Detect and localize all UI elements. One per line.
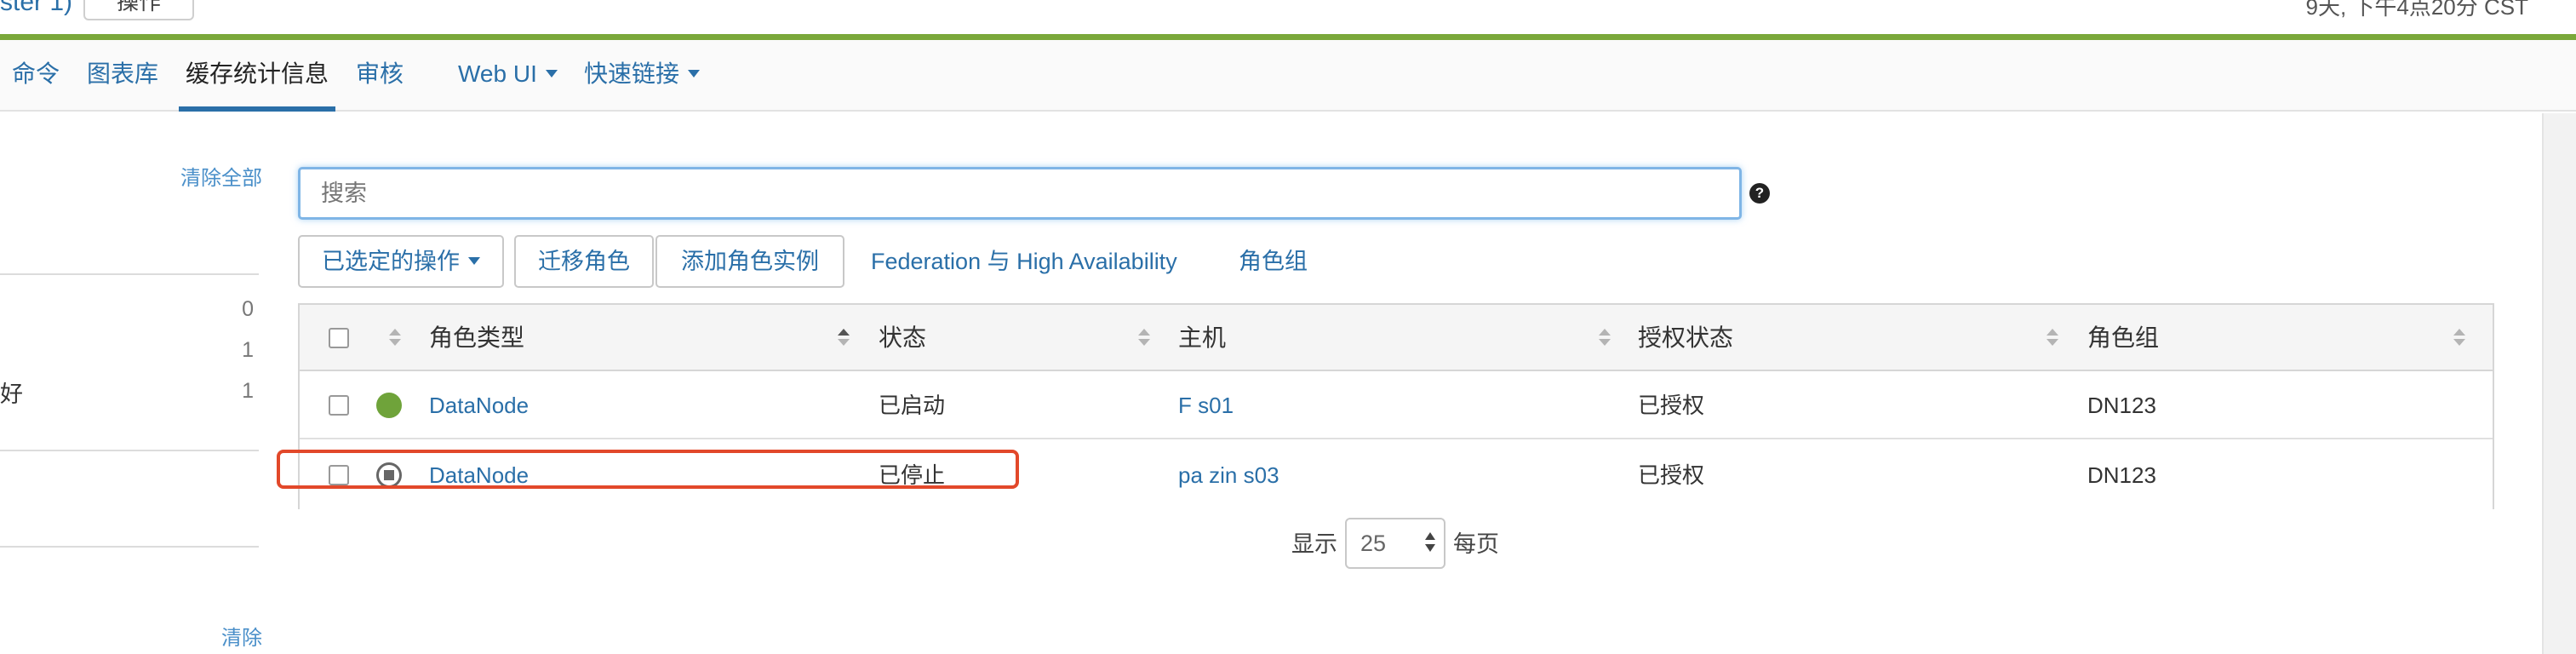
status-cell: 已停止 <box>879 462 946 488</box>
role-instances-table: 角色类型 状态 主机 授权状态 角色组 DataNode 已启动 F s01 已… <box>298 303 2494 509</box>
clear-all-filters-link[interactable]: 清除全部 <box>180 161 262 191</box>
service-nav-bar: 命令 图表库 缓存统计信息 审核 Web UI 快速链接 <box>0 40 2576 112</box>
web-ui-label: Web UI <box>458 60 537 87</box>
started-circle-icon <box>376 393 402 418</box>
sort-icon[interactable] <box>2453 329 2465 347</box>
table-header: 角色类型 状态 主机 授权状态 角色组 <box>300 305 2493 371</box>
sort-ascending-icon[interactable] <box>838 329 850 347</box>
chevron-down-icon <box>688 70 701 78</box>
tab-cache-statistics[interactable]: 缓存统计信息 <box>179 40 336 112</box>
chevron-down-icon <box>468 257 480 266</box>
select-arrows-icon <box>1425 532 1435 554</box>
row-checkbox[interactable] <box>329 395 349 416</box>
cluster-name-fragment[interactable]: ster 1) <box>0 0 72 17</box>
status-cell: 已启动 <box>879 393 946 418</box>
page-size-value: 25 <box>1360 531 1387 556</box>
commission-state-cell: 已授权 <box>1638 462 1705 488</box>
role-groups-link[interactable]: 角色组 <box>1239 235 1308 288</box>
web-ui-dropdown[interactable]: Web UI <box>458 40 558 112</box>
per-page-label: 每页 <box>1453 531 1499 557</box>
column-header-role-type[interactable]: 角色类型 <box>429 305 524 371</box>
divider <box>0 450 259 451</box>
table-row: DataNode 已停止 pa zin s03 已授权 DN123 <box>300 441 2493 509</box>
selected-actions-label: 已选定的操作 <box>322 249 460 274</box>
operations-button[interactable]: 操作 <box>83 0 194 20</box>
tab-charts-library[interactable]: 图表库 <box>87 40 158 112</box>
page-size-select[interactable]: 25 <box>1345 518 1445 569</box>
column-header-commission-state[interactable]: 授权状态 <box>1638 305 1733 371</box>
filter-count: 1 <box>242 379 254 403</box>
divider <box>0 273 259 275</box>
row-checkbox[interactable] <box>329 465 349 485</box>
clear-filter-link[interactable]: 清除 <box>221 621 262 651</box>
filter-count: 0 <box>242 297 254 321</box>
filter-sidebar: 清除全部 0 1 好 1 清除 <box>0 113 264 654</box>
role-group-cell: DN123 <box>2087 393 2156 418</box>
quick-links-dropdown[interactable]: 快速链接 <box>584 40 701 112</box>
tab-audits[interactable]: 审核 <box>356 40 404 112</box>
sort-icon[interactable] <box>389 329 401 347</box>
help-icon[interactable]: ? <box>1749 183 1770 204</box>
select-all-checkbox[interactable] <box>329 328 349 348</box>
host-link[interactable]: pa zin s03 <box>1178 441 1279 509</box>
filter-count: 1 <box>242 338 254 362</box>
role-type-link[interactable]: DataNode <box>429 371 529 439</box>
column-header-host[interactable]: 主机 <box>1178 305 1226 371</box>
time-range-fragment: 9天, 下午4点20分 CST <box>2305 0 2528 20</box>
selected-actions-dropdown[interactable]: 已选定的操作 <box>298 235 504 288</box>
sort-icon[interactable] <box>2046 329 2058 347</box>
stopped-circle-icon <box>376 462 402 488</box>
federation-high-availability-link[interactable]: Federation 与 High Availability <box>871 235 1177 288</box>
sort-icon[interactable] <box>1138 329 1150 347</box>
add-role-instances-button[interactable]: 添加角色实例 <box>655 235 844 288</box>
chevron-down-icon <box>545 70 558 78</box>
migrate-role-button[interactable]: 迁移角色 <box>514 235 654 288</box>
column-header-status[interactable]: 状态 <box>879 305 926 371</box>
sort-icon[interactable] <box>1599 329 1611 347</box>
role-type-link[interactable]: DataNode <box>429 441 529 509</box>
filter-item-label-fragment[interactable]: 好 <box>0 376 23 409</box>
table-row: DataNode 已启动 F s01 已授权 DN123 <box>300 371 2493 439</box>
host-link[interactable]: F s01 <box>1178 371 1234 439</box>
quick-links-label: 快速链接 <box>584 60 680 87</box>
vertical-scrollbar[interactable] <box>2542 113 2576 654</box>
page-size-show-label: 显示 <box>1291 531 1337 557</box>
commission-state-cell: 已授权 <box>1638 393 1705 418</box>
column-header-role-group[interactable]: 角色组 <box>2087 305 2159 371</box>
top-header: ster 1) 操作 9天, 下午4点20分 CST <box>0 0 2576 36</box>
divider <box>0 546 259 548</box>
role-group-cell: DN123 <box>2087 462 2156 488</box>
tab-cache-statistics-label: 缓存统计信息 <box>186 60 329 87</box>
tab-commands[interactable]: 命令 <box>12 40 60 112</box>
search-input[interactable] <box>298 167 1742 220</box>
header-accent-bar <box>0 34 2576 40</box>
